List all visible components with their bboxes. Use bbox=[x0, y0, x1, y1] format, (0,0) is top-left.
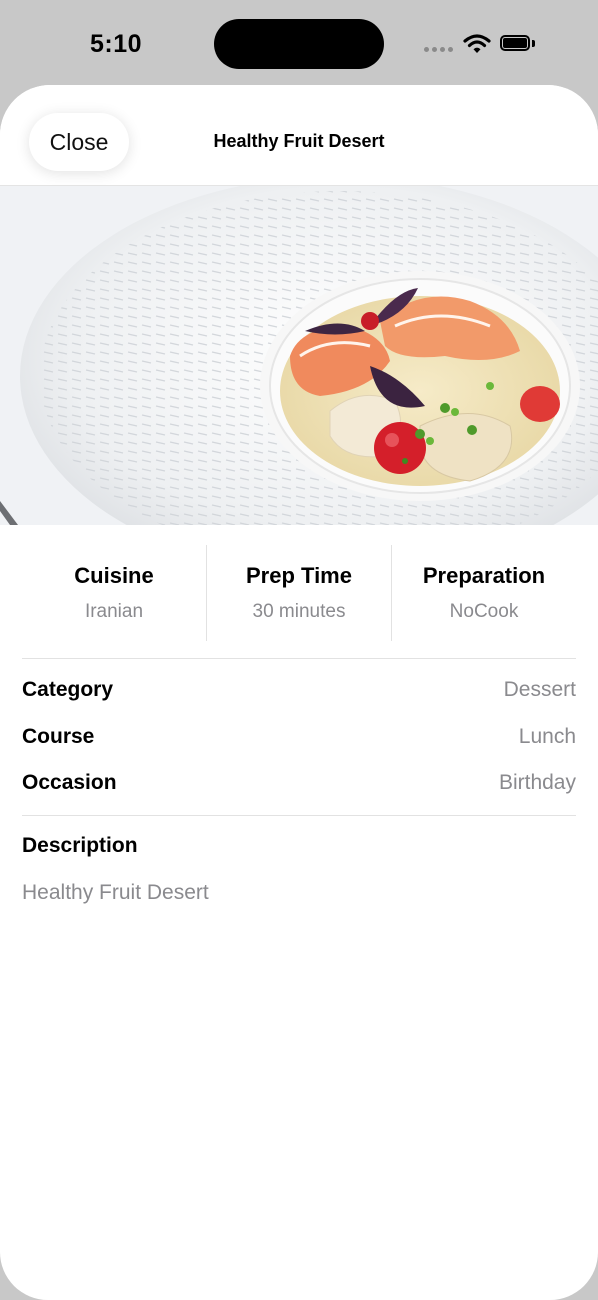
stat-label: Cuisine bbox=[74, 563, 154, 588]
stat-value: 30 minutes bbox=[252, 601, 346, 622]
page-title: Healthy Fruit Desert bbox=[213, 131, 385, 151]
detail-row-course: Course Lunch bbox=[22, 725, 576, 755]
recipe-image bbox=[0, 186, 598, 525]
detail-row-category: Category Dessert bbox=[22, 678, 576, 708]
stat-value: Iranian bbox=[84, 601, 144, 622]
divider bbox=[22, 658, 576, 659]
dynamic-island bbox=[214, 19, 384, 69]
stat-prep-time: Prep Time 30 minutes bbox=[207, 545, 391, 641]
description-heading: Description bbox=[22, 834, 138, 857]
battery-icon bbox=[500, 35, 536, 53]
detail-value: Dessert bbox=[503, 678, 576, 701]
wifi-icon bbox=[463, 33, 491, 55]
detail-row-occasion: Occasion Birthday bbox=[22, 771, 576, 801]
detail-value: Birthday bbox=[498, 771, 576, 794]
stat-cuisine: Cuisine Iranian bbox=[22, 545, 206, 641]
detail-value: Lunch bbox=[518, 725, 576, 748]
detail-label: Occasion bbox=[22, 771, 117, 794]
recipe-detail-sheet: Close Healthy Fruit Desert Cuisine Irani… bbox=[0, 85, 598, 1300]
signal-dots-icon bbox=[424, 47, 454, 53]
status-bar: 5:10 bbox=[0, 0, 598, 86]
stat-value: NoCook bbox=[449, 601, 519, 622]
detail-label: Course bbox=[22, 725, 95, 748]
detail-label: Category bbox=[22, 678, 114, 701]
navigation-bar: Close Healthy Fruit Desert bbox=[0, 85, 598, 186]
stat-preparation: Preparation NoCook bbox=[392, 545, 576, 641]
divider bbox=[22, 815, 576, 816]
stat-label: Prep Time bbox=[246, 563, 352, 588]
description-text: Healthy Fruit Desert bbox=[22, 881, 209, 904]
status-time: 5:10 bbox=[90, 30, 143, 58]
recipe-stats: Cuisine Iranian Prep Time 30 minutes Pre… bbox=[22, 545, 576, 643]
stat-label: Preparation bbox=[422, 563, 546, 588]
